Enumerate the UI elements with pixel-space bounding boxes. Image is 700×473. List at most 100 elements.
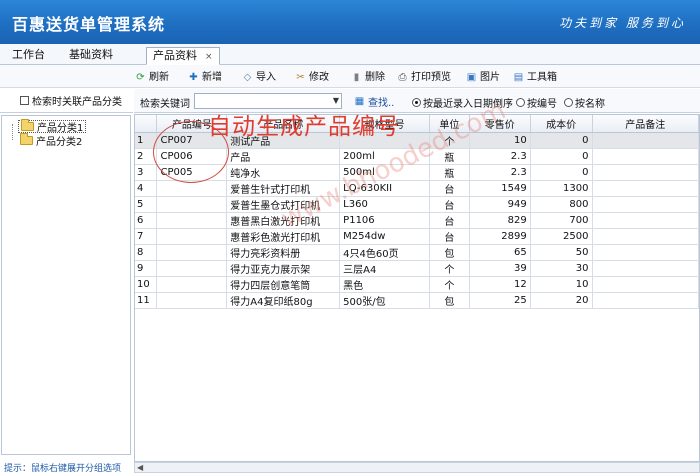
table-cell[interactable] [592, 292, 699, 309]
table-cell[interactable]: 纯净水 [226, 164, 341, 181]
table-cell[interactable]: 65 [469, 244, 531, 261]
table-cell[interactable]: 5 [135, 196, 158, 213]
table-cell[interactable] [592, 228, 699, 245]
table-cell[interactable]: 10 [530, 276, 593, 293]
table-cell[interactable]: 惠普彩色激光打印机 [226, 228, 341, 245]
column-header[interactable]: 成本价 [530, 115, 593, 133]
import-button[interactable]: ◇ 导入 [242, 69, 276, 85]
horizontal-scrollbar[interactable]: ◀ [134, 462, 700, 473]
table-row[interactable]: 6 惠普黑白激光打印机 P1106 台 829 700 [135, 212, 699, 229]
table-cell[interactable]: 4只4色60页 [339, 244, 430, 261]
table-cell[interactable]: 包 [429, 244, 470, 261]
toolbox-button[interactable]: ▤ 工具箱 [513, 69, 557, 85]
refresh-button[interactable]: ⟳ 刷新 [135, 69, 169, 85]
table-cell[interactable]: 10 [135, 276, 158, 293]
table-cell[interactable]: 50 [530, 244, 593, 261]
table-cell[interactable]: 三层A4 [339, 260, 430, 277]
table-cell[interactable] [156, 260, 228, 277]
table-cell[interactable]: 30 [530, 260, 593, 277]
table-cell[interactable]: 6 [135, 212, 158, 229]
delete-button[interactable]: ▮ 删除 [351, 69, 385, 85]
table-cell[interactable] [156, 276, 228, 293]
table-cell[interactable]: 20 [530, 292, 593, 309]
table-cell[interactable] [592, 212, 699, 229]
table-cell[interactable]: 829 [469, 212, 531, 229]
table-cell[interactable]: 黑色 [339, 276, 430, 293]
print-preview-button[interactable]: ⎙ 打印预览 [397, 69, 452, 85]
table-cell[interactable] [592, 260, 699, 277]
tab-basic-data[interactable]: 基础资料 [69, 47, 113, 65]
table-cell[interactable]: 2.3 [469, 148, 531, 165]
table-cell[interactable]: 1300 [530, 180, 593, 197]
close-icon[interactable]: × [205, 52, 213, 62]
table-cell[interactable]: 9 [135, 260, 158, 277]
link-category-checkbox[interactable] [20, 96, 29, 105]
table-cell[interactable] [156, 212, 228, 229]
table-cell[interactable]: 2500 [530, 228, 593, 245]
tree-item-category-2[interactable]: 产品分类2 [18, 133, 84, 148]
table-row[interactable]: 11 得力A4复印纸80g 500张/包包 25 20 [135, 292, 699, 309]
table-cell[interactable] [592, 196, 699, 213]
table-cell[interactable]: P1106 [339, 212, 430, 229]
table-cell[interactable]: 台 [429, 180, 470, 197]
image-button[interactable]: ▣ 图片 [466, 69, 500, 85]
table-cell[interactable]: 2.3 [469, 164, 531, 181]
table-cell[interactable]: 4 [135, 180, 158, 197]
table-cell[interactable]: 700 [530, 212, 593, 229]
edit-button[interactable]: ✂ 修改 [295, 69, 329, 85]
table-cell[interactable]: 得力亚克力展示架 [226, 260, 341, 277]
table-cell[interactable]: 2899 [469, 228, 531, 245]
table-cell[interactable]: 12 [469, 276, 531, 293]
table-cell[interactable] [156, 244, 228, 261]
table-row[interactable]: 8 得力亮彩资料册 4只4色60页包 65 50 [135, 244, 699, 261]
table-cell[interactable]: 个 [429, 260, 470, 277]
table-cell[interactable]: 800 [530, 196, 593, 213]
table-row[interactable]: 9 得力亚克力展示架 三层A4 个 39 30 [135, 260, 699, 277]
table-cell[interactable]: 3 [135, 164, 158, 181]
table-cell[interactable] [592, 164, 699, 181]
table-cell[interactable] [592, 132, 699, 149]
table-cell[interactable]: 得力四层创意笔筒 [226, 276, 341, 293]
table-cell[interactable]: 台 [429, 196, 470, 213]
table-cell[interactable]: 瓶 [429, 164, 470, 181]
tab-product-data[interactable]: 产品资料 × [146, 47, 220, 65]
table-cell[interactable]: 39 [469, 260, 531, 277]
table-cell[interactable] [156, 292, 228, 309]
table-cell[interactable]: 得力A4复印纸80g [226, 292, 341, 309]
table-cell[interactable]: 包 [429, 292, 470, 309]
table-cell[interactable]: 7 [135, 228, 158, 245]
sort-by-code-radio[interactable]: 按编号 [516, 95, 557, 110]
table-row[interactable]: 4 爱普生针式打印机 LQ-630KII 台 1549 1300 [135, 180, 699, 197]
table-cell[interactable]: 0 [530, 164, 593, 181]
table-cell[interactable]: 1549 [469, 180, 531, 197]
table-cell[interactable]: 500张/包 [339, 292, 430, 309]
table-row[interactable]: 10 得力四层创意笔筒 黑色个 12 10 [135, 276, 699, 293]
table-cell[interactable] [156, 196, 228, 213]
table-cell[interactable]: 得力亮彩资料册 [226, 244, 341, 261]
table-cell[interactable] [592, 276, 699, 293]
table-cell[interactable] [592, 244, 699, 261]
table-cell[interactable] [592, 148, 699, 165]
table-cell[interactable] [592, 180, 699, 197]
link-category-option[interactable]: 检索时关联产品分类 [0, 89, 133, 113]
table-cell[interactable]: 8 [135, 244, 158, 261]
table-cell[interactable]: 25 [469, 292, 531, 309]
table-cell[interactable] [156, 228, 228, 245]
table-cell[interactable]: 11 [135, 292, 158, 309]
table-row[interactable]: 7 惠普彩色激光打印机 M254dw 台 2899 2500 [135, 228, 699, 245]
tree-item-category-1[interactable]: 产品分类1 [18, 119, 87, 134]
add-button[interactable]: ✚ 新增 [188, 69, 222, 85]
table-cell[interactable]: 台 [429, 212, 470, 229]
chevron-left-icon[interactable]: ◀ [137, 463, 143, 472]
table-row[interactable]: 5 爱普生墨仓式打印机 L360 台 949 800 [135, 196, 699, 213]
table-cell[interactable]: 产品 [226, 148, 341, 165]
column-header[interactable]: 产品备注 [592, 115, 699, 133]
table-cell[interactable]: 0 [530, 148, 593, 165]
table-cell[interactable]: 949 [469, 196, 531, 213]
table-cell[interactable]: 台 [429, 228, 470, 245]
sort-by-name-radio[interactable]: 按名称 [564, 95, 605, 110]
table-cell[interactable]: M254dw [339, 228, 430, 245]
table-cell[interactable]: 个 [429, 276, 470, 293]
tab-workbench[interactable]: 工作台 [12, 47, 45, 65]
column-header[interactable] [135, 115, 158, 133]
